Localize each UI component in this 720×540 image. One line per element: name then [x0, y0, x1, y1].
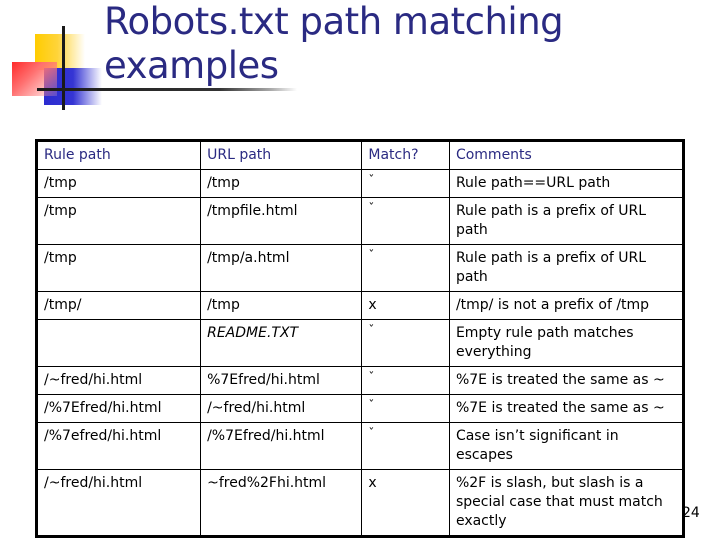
url-path-cell: /tmp: [200, 291, 363, 320]
rule-path-cell: /tmp: [35, 197, 202, 245]
match-cell: ˇ: [361, 422, 450, 470]
page-number: 24: [682, 505, 700, 521]
table-row: /tmp /tmp/a.html ˇ Rule path is a prefix…: [35, 244, 685, 292]
title-underline-decoration: [37, 88, 297, 91]
url-path-cell: /%7Efred/hi.html: [200, 422, 363, 470]
table-row: /~fred/hi.html ~fred%2Fhi.html x %2F is …: [35, 469, 685, 537]
check-mark-icon: ˇ: [368, 173, 375, 187]
table-row: /tmp /tmp ˇ Rule path==URL path: [35, 169, 685, 198]
table-row: /~fred/hi.html %7Efred/hi.html ˇ %7E is …: [35, 366, 685, 395]
rule-path-cell: /tmp: [35, 169, 202, 198]
match-cell: x: [361, 469, 450, 537]
slide-title-line-2: examples: [104, 44, 279, 87]
header-url-path: URL path: [200, 140, 363, 170]
url-path-cell: ~fred%2Fhi.html: [200, 469, 363, 537]
comment-cell: Case isn’t significant in escapes: [448, 422, 685, 470]
comment-cell: %7E is treated the same as ~: [448, 366, 685, 395]
comment-cell: Empty rule path matches everything: [448, 319, 685, 367]
rule-path-cell: /~fred/hi.html: [35, 469, 202, 537]
slide-title-line-1: Robots.txt path matching: [104, 0, 564, 43]
check-mark-icon: ˇ: [368, 201, 375, 215]
check-mark-icon: ˇ: [368, 398, 375, 412]
url-path-cell: %7Efred/hi.html: [200, 366, 363, 395]
x-mark-icon: x: [368, 475, 377, 491]
check-mark-icon: ˇ: [368, 370, 375, 384]
x-mark-icon: x: [368, 297, 377, 313]
table-header-row: Rule path URL path Match? Comments: [35, 140, 685, 170]
slide-title: Robots.txt path matching examples: [104, 0, 564, 88]
url-path-cell: /tmp: [200, 169, 363, 198]
vertical-line-decoration: [62, 26, 65, 110]
table-row: README.TXT ˇ Empty rule path matches eve…: [35, 319, 685, 367]
comment-cell: %7E is treated the same as ~: [448, 394, 685, 423]
comment-cell: Rule path==URL path: [448, 169, 685, 198]
rule-path-cell: /%7efred/hi.html: [35, 422, 202, 470]
check-mark-icon: ˇ: [368, 426, 375, 440]
table-row: /tmp/ /tmp x /tmp/ is not a prefix of /t…: [35, 291, 685, 320]
header-rule-path: Rule path: [35, 140, 202, 170]
rule-path-cell: [35, 319, 202, 367]
url-path-cell: README.TXT: [200, 319, 363, 367]
check-mark-icon: ˇ: [368, 248, 375, 262]
match-cell: ˇ: [361, 319, 450, 367]
comment-cell: /tmp/ is not a prefix of /tmp: [448, 291, 685, 320]
url-path-cell: /~fred/hi.html: [200, 394, 363, 423]
comment-cell: Rule path is a prefix of URL path: [448, 197, 685, 245]
match-cell: x: [361, 291, 450, 320]
rule-path-cell: /tmp: [35, 244, 202, 292]
check-mark-icon: ˇ: [368, 323, 375, 337]
table-row: /%7Efred/hi.html /~fred/hi.html ˇ %7E is…: [35, 394, 685, 423]
path-matching-table: Rule path URL path Match? Comments /tmp …: [35, 139, 685, 538]
match-cell: ˇ: [361, 244, 450, 292]
table-row: /%7efred/hi.html /%7Efred/hi.html ˇ Case…: [35, 422, 685, 470]
rule-path-cell: /tmp/: [35, 291, 202, 320]
match-cell: ˇ: [361, 197, 450, 245]
slide-logo-decoration: [0, 0, 110, 120]
header-comments: Comments: [448, 140, 685, 170]
match-cell: ˇ: [361, 169, 450, 198]
comment-cell: Rule path is a prefix of URL path: [448, 244, 685, 292]
rule-path-cell: /%7Efred/hi.html: [35, 394, 202, 423]
rule-path-cell: /~fred/hi.html: [35, 366, 202, 395]
url-path-cell: /tmp/a.html: [200, 244, 363, 292]
match-cell: ˇ: [361, 394, 450, 423]
header-match: Match?: [361, 140, 450, 170]
comment-cell: %2F is slash, but slash is a special cas…: [448, 469, 685, 537]
match-cell: ˇ: [361, 366, 450, 395]
table-row: /tmp /tmpfile.html ˇ Rule path is a pref…: [35, 197, 685, 245]
url-path-cell: /tmpfile.html: [200, 197, 363, 245]
